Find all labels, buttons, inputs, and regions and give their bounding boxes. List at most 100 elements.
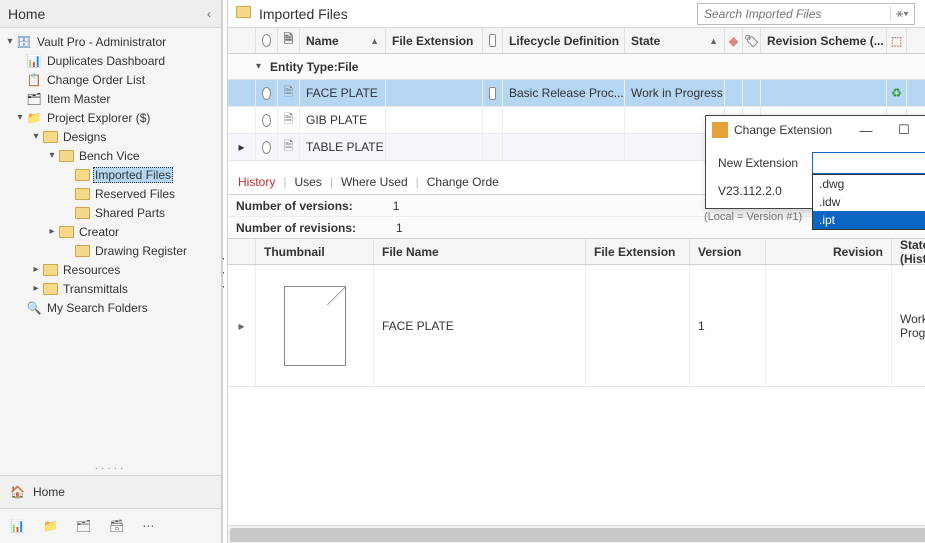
tree-item-imported[interactable]: Imported Files xyxy=(0,165,221,184)
search-folder-icon: 🔍 xyxy=(26,300,42,316)
sidebar: Home ‹ ▾🗄Vault Pro - Administrator 📊Dupl… xyxy=(0,0,222,543)
dropdown-option[interactable]: .dwg xyxy=(813,175,925,193)
horizontal-scrollbar[interactable] xyxy=(228,525,925,543)
nav-tree: ▾🗄Vault Pro - Administrator 📊Duplicates … xyxy=(0,28,221,462)
cube-icon: ⬚ xyxy=(891,34,902,48)
app-icon xyxy=(712,122,728,138)
tree-item[interactable]: 🗂Item Master xyxy=(0,89,221,108)
label-revisions: Number of revisions: xyxy=(236,221,356,235)
cell-filename: FACE PLATE xyxy=(374,265,586,386)
folder-icon xyxy=(42,281,58,297)
checkbox-icon xyxy=(489,34,496,47)
search-box[interactable]: ⚹▾ xyxy=(697,3,915,25)
search-input[interactable] xyxy=(698,7,890,21)
tool-icon[interactable]: 🗂 xyxy=(76,519,91,533)
minimize-button[interactable]: ― xyxy=(850,123,882,138)
checkbox-col[interactable] xyxy=(256,28,278,53)
sidebar-header: Home ‹ xyxy=(0,0,221,28)
database-icon: 🗄 xyxy=(16,34,32,50)
col-rev[interactable]: Revision Scheme (... xyxy=(761,28,887,53)
folder-icon xyxy=(42,129,58,145)
tree-item[interactable]: ▸Creator xyxy=(0,222,221,241)
folder-icon xyxy=(74,243,90,259)
grid-row[interactable]: 🗎 FACE PLATE Basic Release Proc... Work … xyxy=(228,80,925,107)
main-panel: Imported Files ⚹▾ ⊘ 🗎 Name▲ File Extensi… xyxy=(228,0,925,543)
col-end[interactable]: ⬚ xyxy=(887,28,907,53)
cell-state: Work in Progre xyxy=(892,265,925,386)
tree-item-project-explorer[interactable]: ▾📁Project Explorer ($) xyxy=(0,108,221,127)
tree-item-search-folders[interactable]: 🔍My Search Folders xyxy=(0,298,221,317)
col-filename[interactable]: File Name xyxy=(374,239,586,264)
chart-icon: 📊 xyxy=(26,53,42,69)
sidebar-title: Home xyxy=(8,6,205,22)
col-version[interactable]: Version xyxy=(690,239,766,264)
more-icon[interactable]: ⋯ xyxy=(142,519,154,533)
recycle-icon[interactable]: ♻ xyxy=(887,80,907,106)
tree-item-bench[interactable]: ▾Bench Vice xyxy=(0,146,221,165)
dialog-titlebar[interactable]: Change Extension ― ☐ ✕ xyxy=(706,116,925,144)
folder-icon xyxy=(42,262,58,278)
radio-icon xyxy=(262,114,271,127)
col-revision[interactable]: Revision xyxy=(766,239,892,264)
search-options-icon[interactable]: ⚹▾ xyxy=(890,6,914,21)
file-icon: 🗎 xyxy=(284,110,294,131)
tree-item[interactable]: Shared Parts xyxy=(0,203,221,222)
col-state[interactable]: State (Histori xyxy=(892,239,925,264)
col-state[interactable]: State▲ xyxy=(625,28,725,53)
col-name[interactable]: Name▲ xyxy=(300,28,386,53)
value-versions: 1 xyxy=(393,199,400,213)
collapse-icon[interactable]: ▾ xyxy=(256,61,270,72)
dialog-title: Change Extension xyxy=(734,123,844,137)
project-icon: 📁 xyxy=(26,110,42,126)
icon-col[interactable]: 🗎 xyxy=(278,28,300,53)
label-versions: Number of versions: xyxy=(236,199,353,213)
tree-item[interactable]: Drawing Register xyxy=(0,241,221,260)
radio-icon xyxy=(262,87,271,100)
dialog-version: V23.112.2.0 xyxy=(718,184,782,198)
file-thumbnail-icon xyxy=(284,286,346,366)
col-life[interactable]: Lifecycle Definition xyxy=(503,28,625,53)
col-thumbnail[interactable]: Thumbnail xyxy=(256,239,374,264)
main-header: Imported Files ⚹▾ ⊘ xyxy=(228,0,925,28)
tree-item[interactable]: ▸Transmittals xyxy=(0,279,221,298)
grid-header: 🗎 Name▲ File Extension Lifecycle Definit… xyxy=(228,28,925,54)
folder-icon xyxy=(74,205,90,221)
maximize-button[interactable]: ☐ xyxy=(888,122,920,138)
tree-item[interactable]: Reserved Files xyxy=(0,184,221,203)
splitter-horizontal[interactable]: ····· xyxy=(0,462,221,475)
version-row[interactable]: ▸ FACE PLATE 1 Work in Progre xyxy=(228,265,925,387)
thumbnail-cell xyxy=(256,265,374,386)
col-fileext[interactable]: File Extension xyxy=(586,239,690,264)
tag-icon: 🏷 xyxy=(744,34,759,48)
col-tag[interactable]: 🏷 xyxy=(743,28,761,53)
group-row[interactable]: ▾ Entity Type:File xyxy=(228,54,925,80)
tool-icon[interactable]: 📊 xyxy=(10,519,25,533)
cell-name: FACE PLATE xyxy=(300,80,386,106)
tool-icon[interactable]: 🗃 xyxy=(109,519,124,533)
dropdown-option[interactable]: .ipt xyxy=(813,211,925,229)
tab-history[interactable]: History xyxy=(236,172,277,192)
home-button[interactable]: 🏠 Home xyxy=(0,475,221,509)
checkbox-icon xyxy=(489,87,496,100)
col-life-chk[interactable] xyxy=(483,28,503,53)
radio-icon xyxy=(262,34,271,47)
col-flag[interactable]: ◆ xyxy=(725,28,743,53)
tree-item-designs[interactable]: ▾Designs xyxy=(0,127,221,146)
scrollbar-thumb[interactable] xyxy=(230,528,925,542)
tab-uses[interactable]: Uses xyxy=(292,172,323,192)
tree-item[interactable]: ▸Resources xyxy=(0,260,221,279)
tree-item[interactable]: 📋Change Order List xyxy=(0,70,221,89)
tree-item[interactable]: 📊Duplicates Dashboard xyxy=(0,51,221,70)
gutter-col xyxy=(228,28,256,53)
col-ext[interactable]: File Extension xyxy=(386,28,483,53)
tab-where-used[interactable]: Where Used xyxy=(339,172,410,192)
dropdown-option[interactable]: .idw xyxy=(813,193,925,211)
tab-change-order[interactable]: Change Orde xyxy=(425,172,501,192)
extension-input[interactable] xyxy=(812,152,925,174)
tool-icon[interactable]: 📁 xyxy=(43,519,58,533)
sort-asc-icon: ▲ xyxy=(709,36,718,46)
tree-root[interactable]: ▾🗄Vault Pro - Administrator xyxy=(0,32,221,51)
local-version-note: (Local = Version #1) xyxy=(704,211,802,223)
collapse-icon[interactable]: ‹ xyxy=(205,5,213,23)
extension-combobox[interactable]: ▾ .dwg .idw .ipt xyxy=(812,152,925,174)
